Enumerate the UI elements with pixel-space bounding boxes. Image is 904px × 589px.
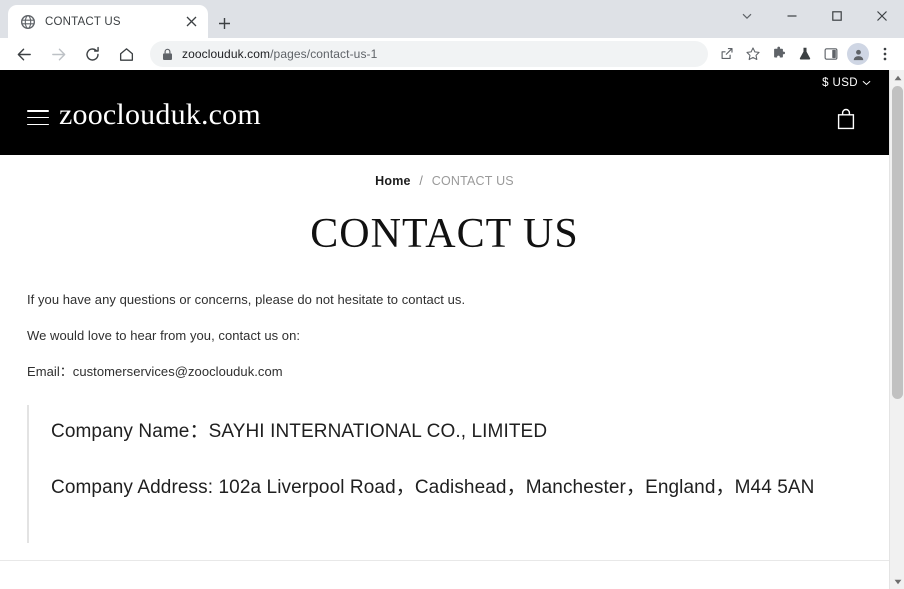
breadcrumb-separator: / xyxy=(419,174,424,188)
scroll-down-arrow-icon[interactable] xyxy=(890,574,904,589)
window-controls xyxy=(724,0,904,32)
breadcrumb-current: CONTACT US xyxy=(431,174,514,188)
currency-label: $ USD xyxy=(822,77,858,89)
new-tab-button[interactable] xyxy=(212,11,236,35)
intro-paragraph: If you have any questions or concerns, p… xyxy=(27,292,466,307)
home-button[interactable] xyxy=(112,40,140,68)
browser-toolbar: zooclouduk.com/pages/contact-us-1 xyxy=(0,38,904,70)
forward-button[interactable] xyxy=(44,40,72,68)
site-logo[interactable]: zooclouduk.com xyxy=(59,98,261,132)
globe-icon xyxy=(20,14,36,29)
extensions-puzzle-icon[interactable] xyxy=(766,40,792,68)
company-details-blockquote: Company Name：SAYHI INTERNATIONAL CO., LI… xyxy=(27,405,862,544)
breadcrumb: Home / CONTACT US xyxy=(0,155,889,188)
browser-window: CONTACT US zooclouduk.com/pages/contact-… xyxy=(0,0,904,589)
address-bar[interactable]: zooclouduk.com/pages/contact-us-1 xyxy=(150,41,708,67)
address-bar-text: zooclouduk.com/pages/contact-us-1 xyxy=(182,47,377,61)
invitation-paragraph: We would love to hear from you, contact … xyxy=(27,328,301,344)
scroll-up-arrow-icon[interactable] xyxy=(890,70,904,85)
tab-close-icon[interactable] xyxy=(182,13,200,31)
bookmark-star-icon[interactable] xyxy=(740,40,766,68)
close-window-button[interactable] xyxy=(859,0,904,32)
tab-title: CONTACT US xyxy=(45,15,121,28)
page-content: If you have any questions or concerns, p… xyxy=(0,290,889,544)
reload-button[interactable] xyxy=(78,40,106,68)
shopping-bag-icon[interactable] xyxy=(836,108,856,135)
web-page: $ USD zooclouduk.com Home / CONTACT US C… xyxy=(0,70,889,589)
three-dot-menu-icon[interactable] xyxy=(872,40,898,68)
side-panel-icon[interactable] xyxy=(818,40,844,68)
lock-icon xyxy=(163,48,172,60)
flask-icon[interactable] xyxy=(792,40,818,68)
share-icon[interactable] xyxy=(714,40,740,68)
browser-tab[interactable]: CONTACT US xyxy=(8,5,208,38)
site-header: $ USD zooclouduk.com xyxy=(0,70,889,155)
site-footer: Home Home Menu title ABOUT US Contact us… xyxy=(0,561,889,589)
url-domain: zooclouduk.com xyxy=(182,47,271,61)
scrollbar-thumb[interactable] xyxy=(892,86,903,399)
maximize-button[interactable] xyxy=(814,0,859,32)
company-address-line: Company Address: 102a Liverpool Road，Cad… xyxy=(51,477,815,499)
breadcrumb-home-link[interactable]: Home xyxy=(375,174,411,188)
page-scrollbar[interactable] xyxy=(889,70,904,589)
page-title: CONTACT US xyxy=(310,211,579,257)
minimize-button[interactable] xyxy=(769,0,814,32)
currency-selector[interactable]: $ USD xyxy=(822,77,871,89)
url-path: /pages/contact-us-1 xyxy=(270,47,378,61)
window-titlebar: CONTACT US xyxy=(0,0,904,38)
minimize-all-button[interactable] xyxy=(724,0,769,32)
page-viewport: $ USD zooclouduk.com Home / CONTACT US C… xyxy=(0,70,904,589)
profile-avatar-icon[interactable] xyxy=(847,43,869,65)
company-name-line: Company Name：SAYHI INTERNATIONAL CO., LI… xyxy=(51,421,548,443)
email-paragraph: Email：customerservices@zooclouduk.com xyxy=(27,364,283,380)
hamburger-menu-icon[interactable] xyxy=(27,110,49,125)
back-button[interactable] xyxy=(10,40,38,68)
chevron-down-icon xyxy=(862,80,871,86)
